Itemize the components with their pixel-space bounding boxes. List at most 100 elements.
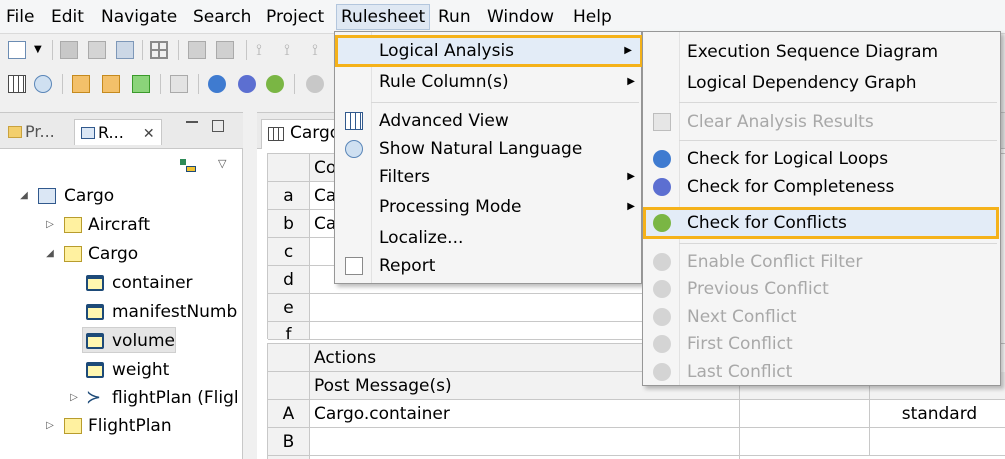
- row-id-c[interactable]: c: [268, 238, 310, 266]
- rulesheet-toolbar: [0, 68, 340, 100]
- collapsed-icon[interactable]: ▷: [44, 212, 56, 238]
- clear-analysis-icon[interactable]: [170, 75, 188, 93]
- tree-item-manifestnumber[interactable]: manifestNumb: [0, 299, 243, 325]
- row-id-d[interactable]: d: [268, 266, 310, 294]
- menu-item-label: Check for Logical Loops: [687, 149, 889, 169]
- logical-loops-icon: [653, 150, 671, 168]
- menu-edit[interactable]: Edit: [47, 4, 88, 30]
- action-cell-B-col3[interactable]: [870, 428, 1005, 456]
- menu-item-clear-analysis-results[interactable]: Clear Analysis Results: [643, 108, 1002, 136]
- attribute-icon: [86, 304, 104, 320]
- menu-item-rule-columns[interactable]: Rule Column(s) ▶: [335, 68, 643, 96]
- menu-help[interactable]: Help: [569, 4, 616, 30]
- condition-cell-f[interactable]: [310, 322, 690, 340]
- menu-item-label: Processing Mode: [379, 197, 522, 217]
- new-dropdown-icon[interactable]: ▼: [34, 41, 44, 59]
- completeness-toolbar-icon[interactable]: [238, 75, 256, 93]
- save-all-icon[interactable]: [88, 41, 106, 59]
- insert-column-icon[interactable]: [188, 41, 206, 59]
- expanded-icon[interactable]: ◢: [18, 183, 30, 209]
- row-id-f[interactable]: f: [268, 322, 310, 340]
- tree-item-flightplan-association[interactable]: ▷ ≻ flightPlan (Fligl: [0, 385, 243, 411]
- menu-item-processing-mode[interactable]: Processing Mode ▶: [335, 193, 643, 221]
- column-left-icon[interactable]: [72, 75, 90, 93]
- tab-rule-vocabulary[interactable]: R... ✕: [74, 119, 162, 145]
- view-menu-icon[interactable]: ▽: [218, 157, 226, 170]
- next-conflict-icon: [653, 308, 671, 326]
- tree-label: container: [112, 273, 193, 293]
- menu-window[interactable]: Window: [483, 4, 558, 30]
- menu-item-check-completeness[interactable]: Check for Completeness: [643, 173, 1002, 201]
- menu-item-logical-dependency-graph[interactable]: Logical Dependency Graph: [643, 69, 1002, 97]
- menu-item-previous-conflict[interactable]: Previous Conflict: [643, 275, 1002, 303]
- collapsed-icon[interactable]: ▷: [44, 413, 56, 439]
- new-icon[interactable]: [8, 41, 26, 59]
- tree-item-cargo-vocabulary[interactable]: ◢ Cargo: [0, 183, 243, 209]
- menu-item-filters[interactable]: Filters ▶: [335, 163, 643, 191]
- row-id-A[interactable]: A: [268, 400, 310, 428]
- menu-item-show-natural-language[interactable]: Show Natural Language: [335, 135, 643, 163]
- expanded-icon[interactable]: ◢: [44, 241, 56, 267]
- conflicts-toolbar-icon[interactable]: [266, 75, 284, 93]
- tab-project-explorer[interactable]: Pr...: [8, 119, 55, 145]
- menu-run[interactable]: Run: [434, 4, 475, 30]
- minimize-icon[interactable]: [186, 121, 198, 123]
- close-icon[interactable]: ✕: [143, 126, 155, 142]
- row-id-B[interactable]: B: [268, 428, 310, 456]
- pin-down-icon[interactable]: ⟟: [284, 41, 302, 59]
- row-id-e[interactable]: e: [268, 294, 310, 322]
- condition-cell-e[interactable]: [310, 294, 690, 322]
- pin-right-icon[interactable]: ⟟: [312, 41, 330, 59]
- action-cell-B-col2[interactable]: [740, 428, 870, 456]
- natural-language-icon[interactable]: [34, 75, 52, 93]
- row-id-b[interactable]: b: [268, 210, 310, 238]
- menu-navigate[interactable]: Navigate: [97, 4, 181, 30]
- menu-item-localize[interactable]: Localize...: [335, 224, 643, 252]
- menu-item-advanced-view[interactable]: Advanced View: [335, 107, 643, 135]
- action-cell-A-col2[interactable]: [740, 400, 870, 428]
- menu-item-last-conflict[interactable]: Last Conflict: [643, 358, 1002, 386]
- menu-item-check-conflicts[interactable]: Check for Conflicts: [643, 207, 999, 239]
- menu-project[interactable]: Project: [262, 4, 328, 30]
- menu-item-label: First Conflict: [687, 334, 793, 354]
- action-cell-A-col3[interactable]: standard: [870, 400, 1005, 428]
- menu-separator: [679, 243, 997, 244]
- menu-item-check-logical-loops[interactable]: Check for Logical Loops: [643, 145, 1002, 173]
- menu-item-first-conflict[interactable]: First Conflict: [643, 330, 1002, 358]
- tree-item-flightplan[interactable]: ▷ FlightPlan: [0, 413, 243, 439]
- tree-item-volume[interactable]: volume: [82, 327, 176, 353]
- menu-item-label: Check for Conflicts: [687, 213, 847, 233]
- maximize-icon[interactable]: [212, 120, 224, 132]
- menu-item-logical-analysis[interactable]: Logical Analysis ▶: [335, 35, 643, 67]
- action-cell-B[interactable]: [310, 428, 740, 456]
- tree-item-aircraft[interactable]: ▷ Aircraft: [0, 212, 243, 238]
- row-id-a[interactable]: a: [268, 182, 310, 210]
- menu-item-execution-sequence-diagram[interactable]: Execution Sequence Diagram: [643, 38, 1002, 66]
- table-icon[interactable]: [150, 41, 168, 59]
- tree-item-cargo-entity[interactable]: ◢ Cargo: [0, 241, 243, 267]
- first-conflict-toolbar-icon[interactable]: [306, 75, 324, 93]
- tree-item-container[interactable]: container: [0, 270, 243, 296]
- logical-loops-toolbar-icon[interactable]: [208, 75, 226, 93]
- print-icon[interactable]: [116, 41, 134, 59]
- tree-label: Cargo: [64, 186, 115, 206]
- delete-column-icon[interactable]: [216, 41, 234, 59]
- menu-file[interactable]: File: [2, 4, 38, 30]
- column-expand-icon[interactable]: [132, 75, 150, 93]
- menu-item-next-conflict[interactable]: Next Conflict: [643, 303, 1002, 331]
- menu-item-enable-conflict-filter[interactable]: Enable Conflict Filter: [643, 248, 1002, 276]
- menu-item-report[interactable]: Report: [335, 252, 643, 280]
- menu-rulesheet[interactable]: Rulesheet: [336, 4, 431, 30]
- rulesheet-grid-icon[interactable]: [8, 75, 26, 93]
- tree-item-weight[interactable]: weight: [0, 357, 243, 383]
- post-message-corner: [268, 372, 310, 400]
- submenu-arrow-icon: ▶: [627, 76, 635, 87]
- collapse-all-icon[interactable]: [178, 157, 198, 175]
- pin-icon[interactable]: ⟟: [256, 41, 274, 59]
- rulesheet-icon: [268, 127, 284, 141]
- menu-search[interactable]: Search: [189, 4, 255, 30]
- column-center-icon[interactable]: [102, 75, 120, 93]
- save-icon[interactable]: [60, 41, 78, 59]
- collapsed-icon[interactable]: ▷: [68, 385, 80, 411]
- action-cell-A[interactable]: Cargo.container: [310, 400, 740, 428]
